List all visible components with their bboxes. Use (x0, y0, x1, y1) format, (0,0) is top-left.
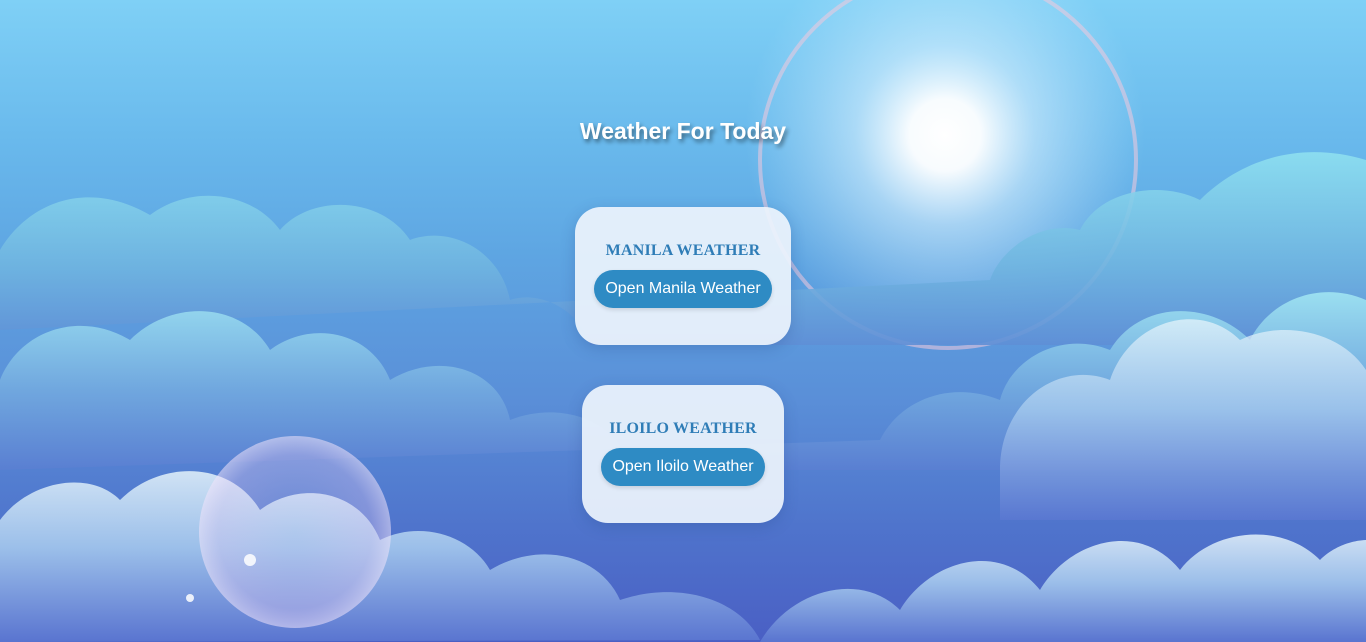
iloilo-weather-card: ILOILO WEATHER Open Iloilo Weather (582, 385, 784, 523)
open-manila-weather-button[interactable]: Open Manila Weather (594, 270, 772, 308)
iloilo-weather-heading: ILOILO WEATHER (609, 420, 757, 437)
manila-weather-heading: MANILA WEATHER (605, 242, 761, 259)
open-iloilo-weather-button[interactable]: Open Iloilo Weather (601, 448, 765, 486)
manila-weather-card: MANILA WEATHER Open Manila Weather (575, 207, 791, 345)
page-title: Weather For Today (579, 118, 787, 144)
